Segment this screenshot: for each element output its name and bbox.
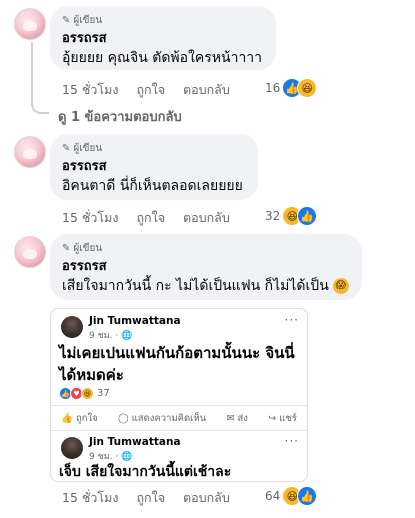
commenter-avatar[interactable] xyxy=(14,236,46,268)
post-reaction-count: 37 xyxy=(97,388,110,399)
more-options-icon: ··· xyxy=(284,313,299,327)
author-badge-label: ผู้เขียน xyxy=(73,242,103,254)
comment-author[interactable]: อรรถรส xyxy=(62,158,246,176)
post-comment-action: ◯ แสดงความคิดเห็น xyxy=(118,412,207,424)
thread-connector xyxy=(31,42,33,106)
author-badge-label: ผู้เขียน xyxy=(73,14,103,26)
comment-actions: 15 ชั่วโมง ถูกใจ ตอบกลับ xyxy=(62,208,230,228)
reply-button[interactable]: ตอบกลับ xyxy=(183,80,230,100)
comment-time[interactable]: 15 ชั่วโมง xyxy=(62,488,118,508)
comment-text: อุ้ยยยย คุณจิน ตัดพ้อใครหน้าาาา xyxy=(62,50,263,66)
comment-text: อิคนตาดี นี่ก็เห็นตลอดเลยยยย xyxy=(62,178,243,194)
reaction-count: 16 xyxy=(265,81,281,95)
embedded-post-card[interactable]: Jin Tumwattana 9 ชม. · 🌐 ··· ไม่เคยเปนแฟ… xyxy=(50,308,308,482)
post-like-action: 👍 ถูกใจ xyxy=(61,412,98,424)
author-badge: ✎ ผู้เขียน xyxy=(62,140,246,156)
comment-text-row: เสียใจมากวันนี้ กะ ไม่ได้เป็นแฟน ก็ไม่ได… xyxy=(62,276,350,296)
post-text: ไม่เคยเปนแฟนกันก้อตามนั้นนะ จินนี่ ได้หม… xyxy=(59,342,303,386)
comment-bubble: ✎ ผู้เขียน อรรถรส เสียใจมากวันนี้ กะ ไม่… xyxy=(50,234,362,300)
view-replies-link[interactable]: ดู 1 ข้อความตอบกลับ xyxy=(58,106,182,127)
post-author-avatar xyxy=(61,437,83,459)
comment-icon: ◯ xyxy=(118,412,129,424)
haha-icon: 😆 xyxy=(297,78,318,98)
post-meta: 9 ชม. · 🌐 xyxy=(89,328,132,342)
author-badge: ✎ ผู้เขียน xyxy=(62,12,264,28)
post-reactions: 👍 ♥ 😆 37 xyxy=(59,387,110,400)
like-button[interactable]: ถูกใจ xyxy=(136,80,165,100)
post-share-action: ↪ แชร์ xyxy=(268,412,297,424)
reply-button[interactable]: ตอบกลับ xyxy=(183,208,230,228)
share-icon: ↪ xyxy=(268,412,277,424)
shocked-emoji-icon: 😱 xyxy=(332,278,349,294)
post-text-line: ได้หมดค่ะ xyxy=(59,366,124,384)
comment-bubble: ✎ ผู้เขียน อรรถรส อิคนตาดี นี่ก็เห็นตลอด… xyxy=(50,134,258,200)
pen-icon: ✎ xyxy=(62,14,71,26)
comment-time[interactable]: 15 ชั่วโมง xyxy=(62,208,118,228)
post-send-action: ✉ ส่ง xyxy=(226,412,248,424)
card-divider xyxy=(51,430,307,431)
post-text-line: ไม่เคยเปนแฟนกันก้อตามนั้นนะ จินนี่ xyxy=(59,344,295,362)
globe-icon: 🌐 xyxy=(121,331,133,341)
author-badge-label: ผู้เขียน xyxy=(73,142,103,154)
commenter-avatar[interactable] xyxy=(14,136,46,168)
comment-author[interactable]: อรรถรส xyxy=(62,30,264,48)
reaction-summary[interactable]: 64 😆 👍 xyxy=(265,486,318,506)
comment-actions: 15 ชั่วโมง ถูกใจ ตอบกลับ xyxy=(62,80,230,100)
post-text: เจ็บ เสียใจมากวันนี้แต่เช้าละ xyxy=(59,464,232,480)
thumbs-up-icon: 👍 xyxy=(61,412,73,424)
messenger-icon: ✉ xyxy=(226,412,235,424)
more-options-icon: ··· xyxy=(284,434,299,448)
comment-bubble: ✎ ผู้เขียน อรรถรส อุ้ยยยย คุณจิน ตัดพ้อใ… xyxy=(50,6,276,70)
reply-button[interactable]: ตอบกลับ xyxy=(183,488,230,508)
haha-icon: 😆 xyxy=(81,387,94,400)
reaction-count: 64 xyxy=(265,489,281,503)
post-action-bar: 👍 ถูกใจ ◯ แสดงความคิดเห็น ✉ ส่ง ↪ แชร์ xyxy=(51,405,307,430)
reaction-count: 32 xyxy=(265,209,281,223)
like-icon: 👍 xyxy=(297,206,318,226)
like-button[interactable]: ถูกใจ xyxy=(136,488,165,508)
commenter-avatar[interactable] xyxy=(14,8,46,40)
post-author-name: Jin Tumwattana xyxy=(89,436,181,448)
pen-icon: ✎ xyxy=(62,142,71,154)
like-icon: 👍 xyxy=(297,486,318,506)
thread-connector-curve xyxy=(31,104,49,114)
pen-icon: ✎ xyxy=(62,242,71,254)
reaction-summary[interactable]: 32 😆 👍 xyxy=(265,206,318,226)
like-button[interactable]: ถูกใจ xyxy=(136,208,165,228)
post-time: 9 ชม. · xyxy=(89,331,122,341)
comment-text: เสียใจมากวันนี้ กะ ไม่ได้เป็นแฟน ก็ไม่ได… xyxy=(62,278,329,294)
comment-author[interactable]: อรรถรส xyxy=(62,258,350,276)
comment-actions: 15 ชั่วโมง ถูกใจ ตอบกลับ xyxy=(62,488,230,508)
reaction-summary[interactable]: 16 👍 😆 xyxy=(265,78,318,98)
post-author-name: Jin Tumwattana xyxy=(89,315,181,327)
post-author-avatar xyxy=(61,316,83,338)
author-badge: ✎ ผู้เขียน xyxy=(62,240,350,256)
comment-time[interactable]: 15 ชั่วโมง xyxy=(62,80,118,100)
